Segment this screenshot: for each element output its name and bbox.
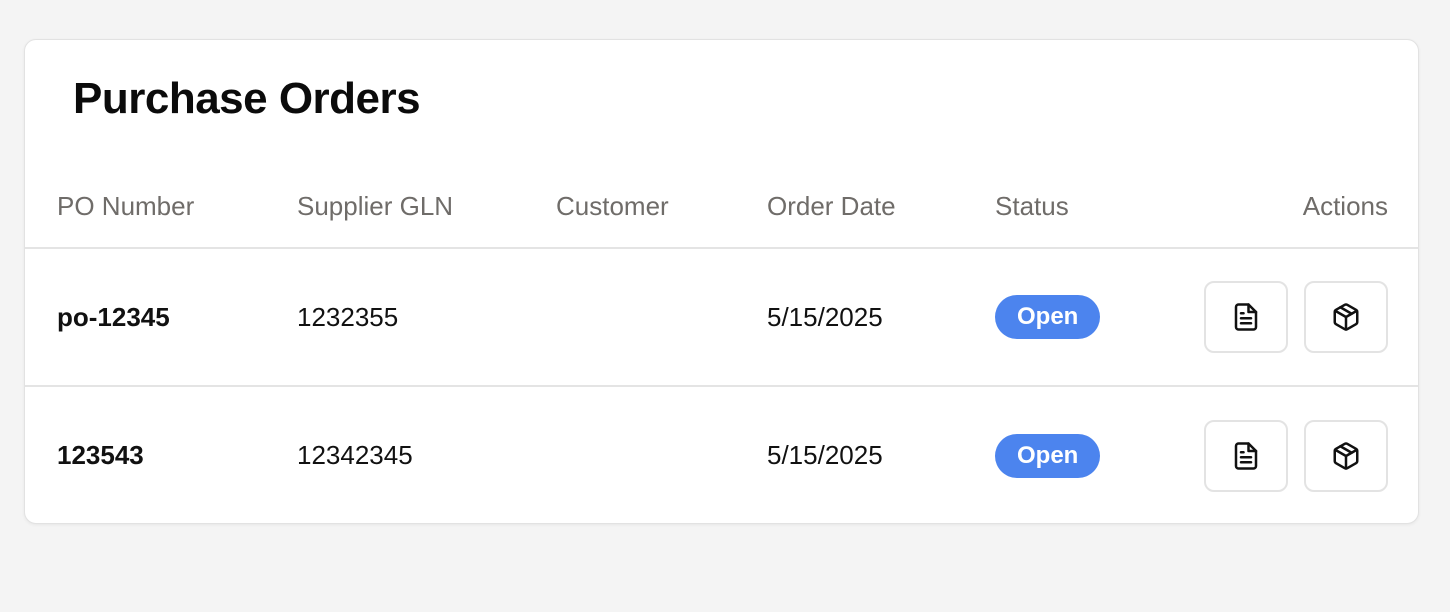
package-button[interactable] — [1304, 281, 1388, 353]
page-title: Purchase Orders — [73, 74, 421, 123]
header-status: Status — [995, 166, 1165, 249]
header-actions: Actions — [1165, 166, 1418, 249]
file-text-icon — [1234, 303, 1258, 331]
purchase-orders-table: PO Number Supplier GLN Customer Order Da… — [25, 166, 1418, 523]
supplier-gln-cell: 1232355 — [297, 301, 399, 332]
view-document-button[interactable] — [1204, 419, 1288, 492]
order-date-cell: 5/15/2025 — [767, 385, 995, 523]
status-badge: Open — [995, 295, 1101, 339]
customer-cell — [556, 385, 767, 523]
supplier-gln-cell: 12342345 — [297, 385, 556, 523]
header-customer: Customer — [556, 166, 767, 249]
status-cell: Open — [995, 248, 1165, 386]
file-text-icon — [1234, 441, 1258, 470]
po-number-cell: 123543 — [25, 385, 297, 523]
status-cell: Open — [995, 385, 1165, 523]
header-order-date: Order Date — [767, 166, 995, 249]
status-badge: Open — [995, 433, 1101, 478]
header-supplier-gln: Supplier GLN — [297, 166, 556, 249]
purchase-orders-card: Purchase Orders PO Number Supplier GLN C… — [24, 39, 1419, 524]
actions-cell — [1165, 248, 1418, 386]
actions-cell — [1165, 385, 1418, 523]
customer-cell — [556, 248, 767, 386]
po-number-cell: po-12345 — [57, 301, 170, 332]
table-row: 123543 12342345 5/15/2025 Open — [25, 385, 1418, 523]
package-icon — [1333, 441, 1359, 470]
package-icon — [1333, 303, 1359, 331]
table-row: po-12345 1232355 5/15/2025 Open — [25, 248, 1418, 386]
table-header-row: PO Number Supplier GLN Customer Order Da… — [25, 166, 1418, 249]
order-date-cell: 5/15/2025 — [767, 301, 883, 332]
view-document-button[interactable] — [1204, 281, 1288, 353]
header-po-number: PO Number — [25, 166, 297, 249]
package-button[interactable] — [1304, 419, 1388, 492]
